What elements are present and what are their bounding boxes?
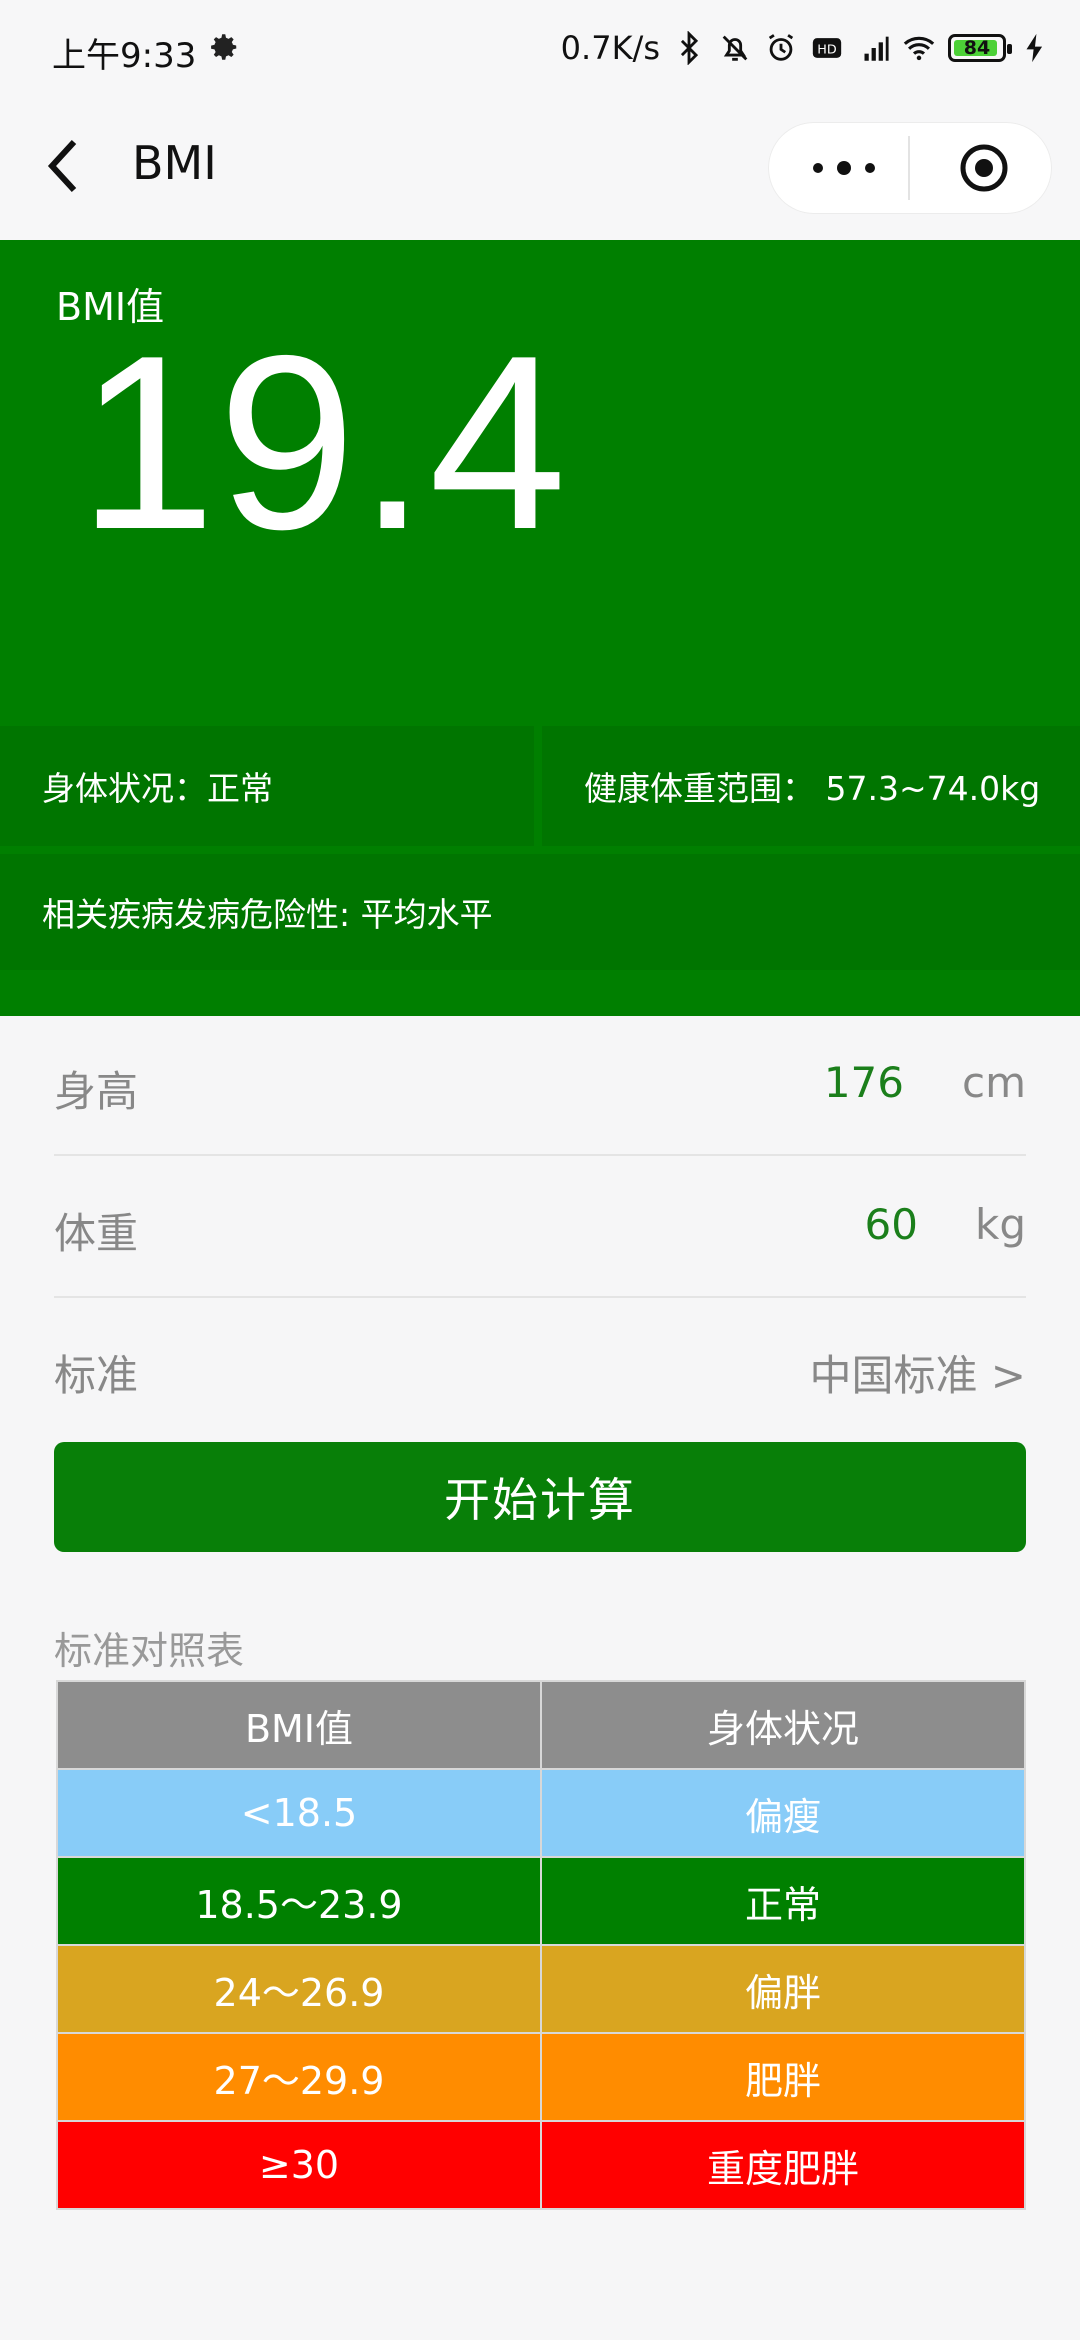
bmi-range-cell: 27～29.9	[56, 2032, 542, 2122]
signal-icon	[864, 36, 889, 61]
bmi-result-panel: BMI值 19.4 身体状况：正常 健康体重范围： 57.3~74.0kg 相关…	[0, 240, 1080, 1016]
gear-icon	[211, 34, 237, 60]
table-header-row: BMI值 身体状况	[56, 1680, 1026, 1770]
header-bmi: BMI值	[56, 1680, 542, 1770]
mini-program-capsule	[768, 122, 1052, 214]
weight-row[interactable]: 体重 60 kg	[54, 1158, 1026, 1298]
bmi-range-cell: <18.5	[56, 1768, 542, 1858]
table-row: <18.5 偏瘦	[56, 1768, 1026, 1858]
status-time: 上午9:33	[52, 36, 197, 76]
status-cell: 偏瘦	[540, 1768, 1026, 1858]
svg-text:HD: HD	[817, 43, 837, 58]
battery-icon: 84	[948, 34, 1012, 62]
disease-risk: 相关疾病发病危险性: 平均水平	[0, 854, 1080, 970]
back-arrow-icon[interactable]	[44, 136, 84, 196]
weight-input[interactable]: 60	[865, 1200, 918, 1249]
body-status: 身体状况：正常	[0, 726, 534, 846]
result-info-row: 身体状况：正常 健康体重范围： 57.3~74.0kg	[0, 726, 1080, 846]
standard-row[interactable]: 标准 中国标准 >	[54, 1300, 1026, 1440]
mute-bell-icon	[722, 35, 748, 61]
bluetooth-icon	[680, 31, 699, 65]
weight-unit: kg	[975, 1200, 1026, 1249]
reference-table-title: 标准对照表	[54, 1629, 245, 1673]
close-target-icon[interactable]	[958, 142, 1010, 194]
status-cell: 正常	[540, 1856, 1026, 1946]
capsule-divider	[908, 136, 910, 200]
standard-label: 标准	[54, 1351, 139, 1400]
bmi-reference-table: BMI值 身体状况 <18.5 偏瘦 18.5～23.9 正常 24～26.9 …	[56, 1680, 1026, 2210]
height-input[interactable]: 176	[824, 1058, 904, 1107]
table-row: 18.5～23.9 正常	[56, 1856, 1026, 1946]
charging-icon	[1026, 33, 1043, 63]
bmi-range-cell: 18.5～23.9	[56, 1856, 542, 1946]
status-cell: 肥胖	[540, 2032, 1026, 2122]
alarm-icon	[768, 34, 794, 61]
table-row: 27～29.9 肥胖	[56, 2032, 1026, 2122]
bmi-range-cell: ≥30	[56, 2120, 542, 2210]
more-options-icon[interactable]	[804, 150, 884, 186]
height-label: 身高	[54, 1067, 139, 1116]
bmi-range-cell: 24～26.9	[56, 1944, 542, 2034]
battery-level: 84	[963, 37, 991, 59]
page-title: BMI	[132, 136, 217, 190]
height-unit: cm	[961, 1058, 1026, 1107]
status-cell: 重度肥胖	[540, 2120, 1026, 2210]
status-bar: 上午9:33 0.7K/s HD 84	[0, 0, 1080, 96]
calculate-button[interactable]: 开始计算	[54, 1442, 1026, 1552]
height-row[interactable]: 身高 176 cm	[54, 1016, 1026, 1156]
table-row: 24～26.9 偏胖	[56, 1944, 1026, 2034]
status-cell: 偏胖	[540, 1944, 1026, 2034]
status-right: 0.7K/s HD 84	[561, 24, 1052, 72]
bmi-value: 19.4	[78, 303, 569, 581]
header-status: 身体状况	[540, 1680, 1026, 1770]
healthy-weight-range: 健康体重范围： 57.3~74.0kg	[542, 726, 1080, 846]
navigation-bar: BMI	[0, 96, 1080, 240]
wifi-icon	[903, 36, 935, 61]
table-row: ≥30 重度肥胖	[56, 2120, 1026, 2210]
network-speed: 0.7K/s	[560, 29, 660, 67]
hd-icon: HD	[812, 38, 842, 58]
standard-selector[interactable]: 中国标准 >	[809, 1342, 1026, 1403]
weight-label: 体重	[54, 1209, 139, 1258]
